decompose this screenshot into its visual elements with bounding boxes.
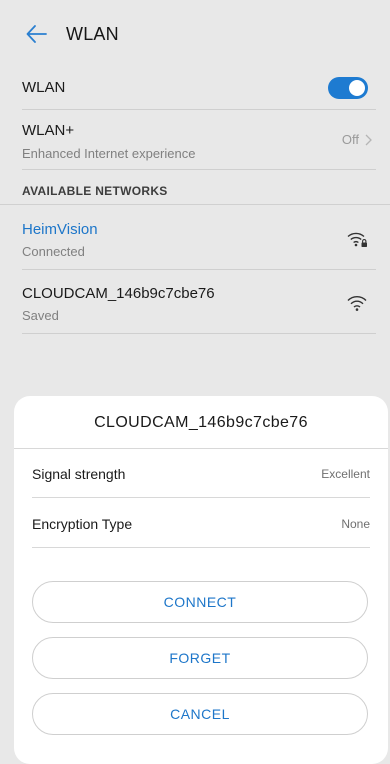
network-status: Connected — [22, 244, 85, 259]
dialog-title: CLOUDCAM_146b9c7cbe76 — [94, 414, 308, 431]
wifi-icon — [347, 296, 367, 311]
cancel-button[interactable]: CANCEL — [32, 693, 368, 735]
wlan-plus-row[interactable]: WLAN+ Enhanced Internet experience Off — [22, 112, 376, 170]
connect-button[interactable]: CONNECT — [32, 581, 368, 623]
chevron-right-icon — [365, 134, 372, 145]
section-divider — [0, 204, 390, 205]
wifi-lock-icon — [347, 232, 367, 247]
page-title: WLAN — [66, 23, 119, 44]
network-status: Saved — [22, 308, 59, 323]
wlan-toggle[interactable] — [328, 77, 368, 99]
wlan-plus-status[interactable]: Off — [342, 132, 372, 147]
wlan-toggle-row[interactable]: WLAN — [22, 68, 376, 110]
arrow-left-icon — [26, 25, 47, 43]
toggle-knob — [349, 80, 365, 96]
signal-strength-label: Signal strength — [32, 466, 126, 482]
signal-strength-row: Signal strength Excellent — [32, 450, 370, 498]
available-networks-header: AVAILABLE NETWORKS — [22, 184, 168, 198]
network-details-dialog: CLOUDCAM_146b9c7cbe76 Signal strength Ex… — [14, 396, 388, 764]
header-bar: WLAN — [0, 0, 390, 68]
encryption-type-value: None — [341, 517, 370, 531]
network-item-cloudcam[interactable]: CLOUDCAM_146b9c7cbe76 Saved — [22, 272, 376, 334]
back-button[interactable] — [26, 23, 48, 45]
network-item-heimvision[interactable]: HeimVision Connected — [22, 208, 376, 270]
forget-button[interactable]: FORGET — [32, 637, 368, 679]
encryption-type-row: Encryption Type None — [32, 500, 370, 548]
dialog-divider — [14, 448, 388, 449]
signal-strength-value: Excellent — [321, 467, 370, 481]
wlan-plus-label: WLAN+ — [22, 122, 75, 139]
network-name: HeimVision — [22, 221, 98, 238]
wlan-settings-screen: WLAN WLAN WLAN+ Enhanced Internet experi… — [0, 0, 390, 764]
wlan-label: WLAN — [22, 79, 66, 96]
network-name: CLOUDCAM_146b9c7cbe76 — [22, 285, 215, 302]
encryption-type-label: Encryption Type — [32, 516, 133, 532]
wlan-plus-status-text: Off — [341, 132, 359, 147]
wlan-plus-subtitle: Enhanced Internet experience — [22, 146, 196, 161]
